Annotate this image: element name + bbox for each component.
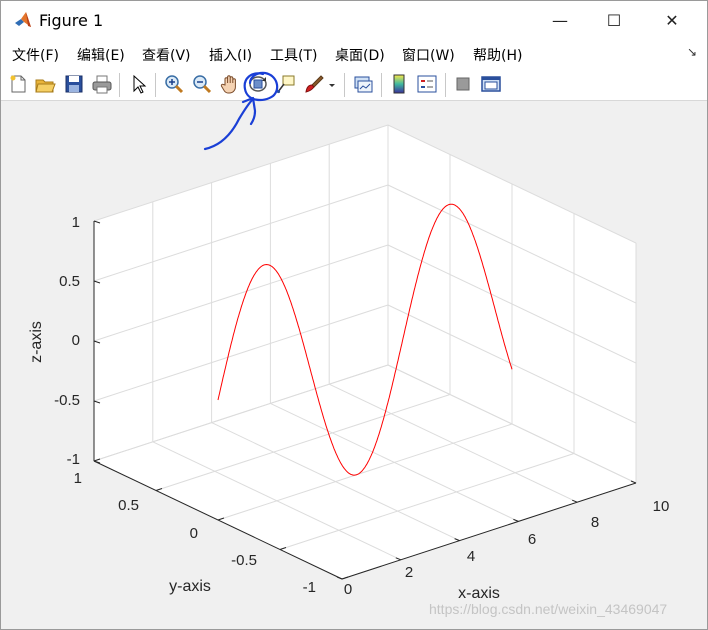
menu-view[interactable]: 查看(V)	[142, 45, 191, 65]
open-file-icon[interactable]	[34, 73, 56, 95]
z-axis-label: z-axis	[28, 321, 45, 363]
maximize-icon: ☐	[606, 10, 622, 30]
z-tick-label: -0.5	[54, 392, 80, 409]
plot-area: 1 0.5 0 -0.5 -1 1 0.5 0 -0.5 -1 0 2 4 6 …	[1, 102, 707, 630]
zoom-out-icon[interactable]	[191, 73, 213, 95]
toolbar-separator	[344, 73, 345, 97]
edit-plot-cursor-icon[interactable]	[128, 73, 150, 95]
menu-desktop[interactable]: 桌面(D)	[335, 45, 385, 65]
title-bar: Figure 1 — ☐ ✕	[1, 1, 707, 39]
z-tick-label: 0	[72, 332, 80, 349]
show-plot-tools-icon[interactable]	[480, 73, 502, 95]
x-tick-label: 0	[344, 581, 352, 598]
x-tick-label: 10	[653, 498, 670, 515]
grid-lines	[93, 124, 637, 580]
menu-file[interactable]: 文件(F)	[12, 45, 59, 65]
colorbar-icon[interactable]	[388, 73, 410, 95]
window-title: Figure 1	[39, 11, 104, 30]
minimize-icon: —	[552, 10, 568, 30]
hide-plot-tools-icon[interactable]	[452, 73, 474, 95]
data-cursor-icon[interactable]	[275, 73, 297, 95]
matlab-logo-icon	[15, 12, 31, 27]
menu-window[interactable]: 窗口(W)	[402, 45, 455, 65]
toolbar-separator	[381, 73, 382, 97]
print-icon[interactable]	[91, 73, 113, 95]
minimize-button[interactable]: —	[533, 1, 587, 39]
menu-tools[interactable]: 工具(T)	[270, 45, 317, 65]
legend-icon[interactable]	[416, 73, 438, 95]
watermark-text: https://blog.csdn.net/weixin_43469047	[429, 601, 668, 617]
x-tick-label: 4	[467, 548, 475, 565]
brush-icon[interactable]	[302, 73, 324, 95]
pan-hand-icon[interactable]	[219, 73, 241, 95]
toolbar-separator	[155, 73, 156, 97]
toolbar-separator	[119, 73, 120, 97]
close-button[interactable]: ✕	[645, 1, 699, 39]
menu-edit[interactable]: 编辑(E)	[77, 45, 125, 65]
close-icon: ✕	[665, 10, 679, 30]
menu-help[interactable]: 帮助(H)	[473, 45, 522, 65]
figure-toolbar	[1, 68, 707, 101]
new-figure-icon[interactable]	[7, 73, 29, 95]
figure-window: Figure 1 — ☐ ✕ 文件(F) 编辑(E) 查看(V) 插入(I) 工…	[0, 0, 708, 630]
x-tick-label: 6	[528, 531, 536, 548]
link-plot-icon[interactable]	[352, 73, 374, 95]
y-tick-label: 0	[190, 525, 198, 542]
x-tick-label: 2	[405, 564, 413, 581]
brush-dropdown-icon[interactable]	[325, 73, 339, 95]
x-axis-label: x-axis	[458, 585, 500, 602]
menu-overflow-icon[interactable]: ↘	[687, 45, 697, 59]
save-icon[interactable]	[63, 73, 85, 95]
y-tick-label: 0.5	[118, 497, 139, 514]
z-tick-label: 0.5	[59, 273, 80, 290]
y-tick-label: 1	[74, 470, 82, 487]
y-axis-label: y-axis	[169, 578, 211, 595]
menu-insert[interactable]: 插入(I)	[209, 45, 252, 65]
zoom-in-icon[interactable]	[163, 73, 185, 95]
maximize-button[interactable]: ☐	[587, 1, 641, 39]
y-tick-label: -1	[303, 579, 316, 596]
rotate-3d-icon[interactable]	[247, 73, 269, 95]
z-tick-label: -1	[67, 451, 80, 468]
axes-3d[interactable]: 1 0.5 0 -0.5 -1 1 0.5 0 -0.5 -1 0 2 4 6 …	[1, 102, 707, 630]
z-tick-label: 1	[72, 214, 80, 231]
toolbar-separator	[445, 73, 446, 97]
x-tick-label: 8	[591, 514, 599, 531]
y-tick-label: -0.5	[231, 552, 257, 569]
menu-bar: 文件(F) 编辑(E) 查看(V) 插入(I) 工具(T) 桌面(D) 窗口(W…	[1, 39, 707, 68]
